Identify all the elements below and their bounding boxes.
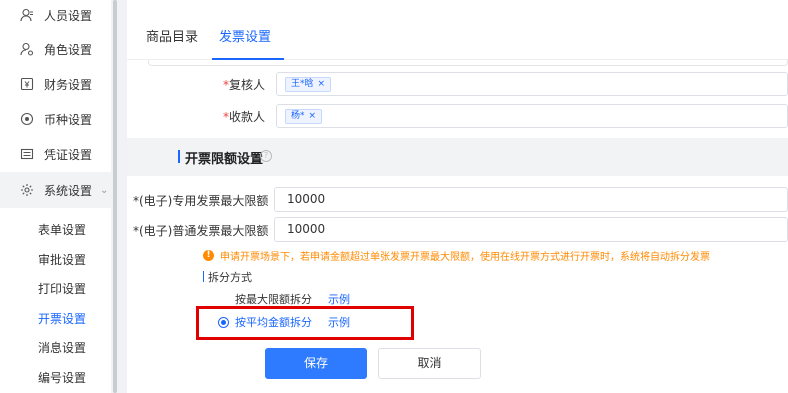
sidebar-subitem-label: 编号设置 — [38, 370, 87, 385]
tab-bar: 商品目录 发票设置 — [127, 0, 788, 60]
payee-tag: 杨* × — [285, 109, 323, 124]
role-icon — [20, 42, 34, 56]
reviewer-tag-text: 王*晗 — [291, 79, 314, 89]
highlight-annotation-box — [196, 306, 414, 340]
scrollbar-thumb[interactable] — [113, 0, 117, 393]
payee-label-text: 收款人 — [229, 110, 266, 124]
voucher-icon — [20, 147, 34, 161]
warning-icon: ! — [203, 250, 214, 261]
split-option-max-label[interactable]: 按最大限额拆分 — [235, 291, 312, 307]
split-warning: ! 申请开票场景下，若申请金额超过单张发票开票最大限额，使用在线开票方式进行开票… — [203, 248, 710, 263]
chevron-down-icon: ⌄ — [100, 184, 109, 196]
payee-tag-text: 杨* — [291, 111, 305, 121]
sidebar-item-label: 系统设置 — [44, 183, 93, 198]
reviewer-field[interactable]: 王*晗 × — [276, 72, 788, 96]
sidebar-subitem-print-settings[interactable]: 打印设置 — [0, 273, 111, 303]
sidebar-subitem-numbering-settings[interactable]: 编号设置 — [0, 362, 111, 392]
tab-product-catalog[interactable]: 商品目录 — [146, 26, 198, 45]
scrolled-card-edge — [148, 60, 788, 66]
section-marker — [178, 150, 180, 163]
section-title: 开票限额设置 — [185, 152, 264, 167]
main-panel: 商品目录 发票设置 *复核人 王*晗 × *收款人 杨* × 开票限额设置 ? *(… — [127, 0, 788, 393]
cancel-button[interactable]: 取消 — [378, 348, 481, 379]
radio-max-limit[interactable] — [218, 293, 229, 305]
sidebar-item-label: 角色设置 — [44, 42, 93, 57]
sidebar-subitem-label: 表单设置 — [38, 222, 87, 237]
currency-icon — [20, 112, 34, 126]
normal-invoice-limit-label: *(电子)普通发票最大限额 — [133, 224, 269, 238]
reviewer-label-text: 复核人 — [229, 78, 266, 92]
sidebar-item-person-settings[interactable]: 人员设置 — [0, 0, 111, 33]
sidebar-subitem-message-settings[interactable]: 消息设置 — [0, 332, 111, 362]
payee-field[interactable]: 杨* × — [276, 104, 788, 128]
special-invoice-limit-label: *(电子)专用发票最大限额 — [133, 194, 269, 208]
sidebar-item-label: 财务设置 — [44, 77, 93, 92]
sidebar-item-role-settings[interactable]: 角色设置 — [0, 31, 111, 67]
split-method-title: 拆分方式 — [208, 271, 252, 284]
sidebar-subitem-label: 消息设置 — [38, 340, 87, 355]
sidebar: 人员设置 角色设置 财务设置 币种设置 凭证设置 系统设置 ⌄ 表单设置 审批设… — [0, 0, 111, 393]
example-link-max[interactable]: 示例 — [328, 291, 350, 307]
tag-close-icon[interactable]: × — [318, 79, 326, 89]
person-icon — [20, 8, 34, 22]
sidebar-subitem-form-settings[interactable]: 表单设置 — [0, 214, 111, 244]
reviewer-tag: 王*晗 × — [285, 77, 332, 92]
sidebar-item-currency-settings[interactable]: 币种设置 — [0, 101, 111, 137]
reviewer-label: *复核人 — [223, 76, 265, 93]
sidebar-scrollbar[interactable] — [111, 0, 119, 393]
sidebar-subitem-invoicing-settings[interactable]: 开票设置 — [0, 303, 111, 333]
sidebar-subitem-approval-settings[interactable]: 审批设置 — [0, 244, 111, 274]
payee-label: *收款人 — [223, 108, 265, 125]
finance-icon — [20, 77, 34, 91]
sidebar-item-label: 凭证设置 — [44, 147, 93, 162]
normal-invoice-limit-input[interactable]: 10000 — [274, 217, 788, 242]
help-icon[interactable]: ? — [260, 150, 272, 162]
sidebar-subitem-label: 审批设置 — [38, 252, 87, 267]
tab-invoice-settings[interactable]: 发票设置 — [219, 26, 271, 45]
sidebar-item-label: 人员设置 — [44, 8, 93, 23]
sidebar-item-finance-settings[interactable]: 财务设置 — [0, 66, 111, 102]
system-settings-icon — [20, 183, 34, 197]
sidebar-item-label: 币种设置 — [44, 112, 93, 127]
tag-close-icon[interactable]: × — [309, 111, 317, 121]
split-title-marker — [203, 271, 204, 282]
split-warning-text: 申请开票场景下，若申请金额超过单张发票开票最大限额，使用在线开票方式进行开票时，… — [220, 252, 710, 263]
split-option-max[interactable]: 按最大限额拆分 示例 — [218, 291, 350, 307]
save-button[interactable]: 保存 — [265, 348, 367, 379]
sidebar-item-voucher-settings[interactable]: 凭证设置 — [0, 136, 111, 172]
sidebar-subitem-label: 开票设置 — [38, 311, 87, 326]
sidebar-item-system-settings[interactable]: 系统设置 ⌄ — [0, 172, 111, 208]
sidebar-subitem-label: 打印设置 — [38, 281, 87, 296]
special-invoice-limit-input[interactable]: 10000 — [274, 187, 788, 212]
